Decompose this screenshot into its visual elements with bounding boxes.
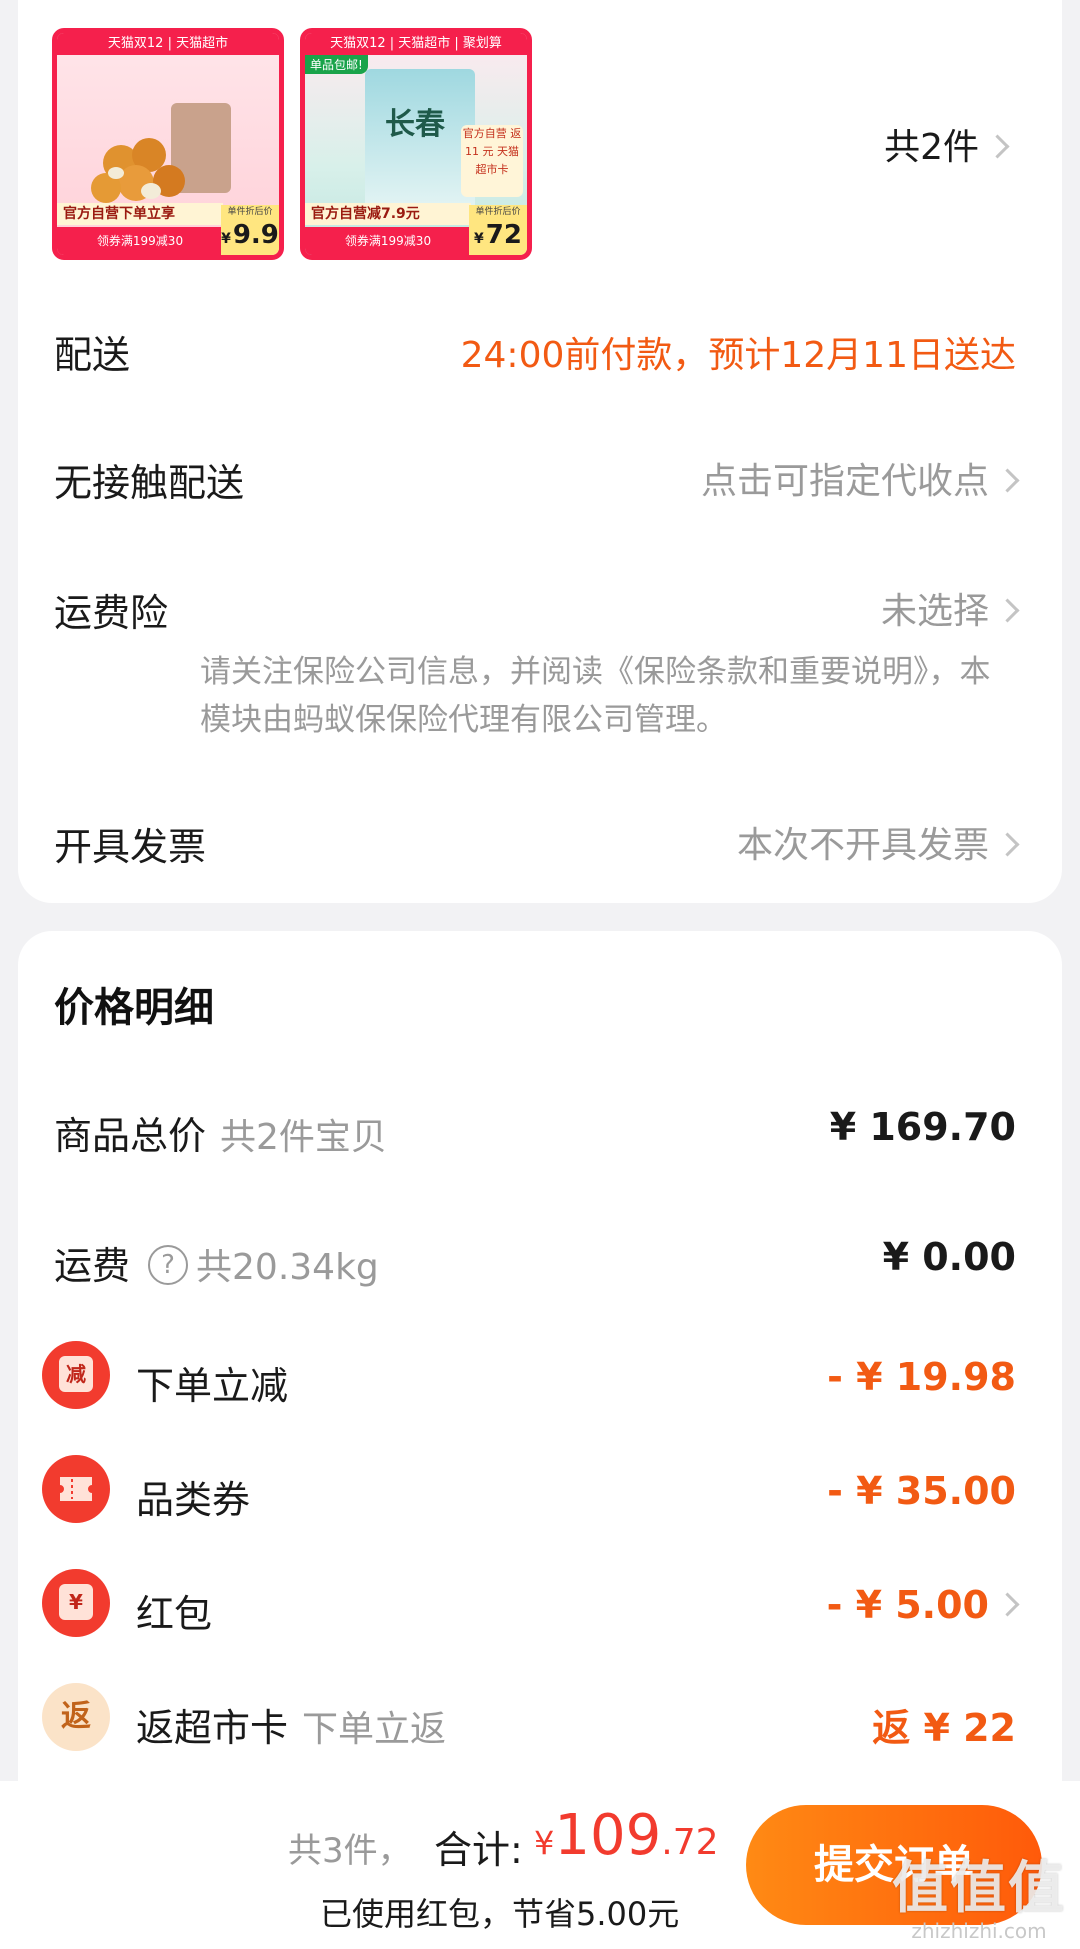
chevron-right-icon [995,1592,1020,1617]
category-coupon-label: 品类券 [136,1478,251,1522]
product-thumbnail[interactable]: 天猫双12 | 天猫超市 | 聚划算 单品包邮! 长春 官方自营 返 11 元 … [300,28,532,260]
order-info-card: 天猫双12 | 天猫超市 官方自营下单立享 领券满199减30 单件折后价 ¥9… [18,0,1062,903]
package-text: 长春 [385,107,445,142]
side-promo: 官方自营 返 11 元 天猫超市卡 [461,125,523,197]
cashback-icon: 返 [42,1683,110,1751]
freight-amount: ¥ 0.00 [882,1235,1016,1279]
insurance-option[interactable]: 未选择 [880,582,1020,634]
product-count: 共2件 [884,127,979,168]
product-count-link[interactable]: 共2件 [884,118,1010,170]
red-packet-icon: ¥ [42,1569,110,1637]
red-packet-option[interactable]: - ¥ 5.00 [826,1583,1020,1627]
subtotal-amount: ¥ 169.70 [829,1105,1016,1149]
freight-weight: 共20.34kg [196,1247,379,1288]
product-price-box: 单件折后价 ¥9.9 [221,205,279,255]
red-packet-label: 红包 [136,1592,213,1636]
contactless-label: 无接触配送 [54,461,245,505]
contactless-option[interactable]: 点击可指定代收点 [700,452,1020,504]
order-discount-amount: - ¥ 19.98 [827,1355,1016,1399]
checkout-bar: 共3件， 合计: ¥109.72 已使用红包，节省5.00元 提交订单 值值值 … [0,1781,1080,1949]
total-label: 合计: [434,1828,523,1872]
rice-package-image: 长春 [365,69,475,219]
delivery-label: 配送 [54,333,131,377]
subtotal-count: 共2件宝贝 [220,1117,387,1158]
chevron-right-icon [985,133,1010,159]
invoice-option[interactable]: 本次不开具发票 [736,816,1020,868]
product-price: ¥9.9 [221,220,279,250]
invoice-label: 开具发票 [54,825,207,869]
chevron-right-icon [995,467,1020,493]
total-count: 共3件， [288,1831,412,1871]
discount-icon: 减 [42,1341,110,1409]
watermark: 值值值 zhizhizhi.com [892,1856,1066,1944]
snack-image [91,103,231,203]
help-icon[interactable]: ? [148,1244,189,1285]
order-discount-label: 下单立减 [136,1364,289,1408]
invoice-value: 本次不开具发票 [736,825,989,866]
contactless-value: 点击可指定代收点 [700,461,989,502]
section-title: 价格明细 [54,985,214,1031]
price-label: 单件折后价 [475,207,521,217]
price-label: 单件折后价 [227,207,273,217]
product-price: ¥72 [474,220,522,250]
product-thumbnail[interactable]: 天猫双12 | 天猫超市 官方自营下单立享 领券满199减30 单件折后价 ¥9… [52,28,284,260]
ticket-icon [60,1477,92,1501]
free-shipping-tag: 单品包邮! [305,55,368,74]
savings-text: 已使用红包，节省5.00元 [320,1895,680,1933]
product-promo: 官方自营下单立享 [57,203,223,225]
product-banner: 天猫双12 | 天猫超市 | 聚划算 [305,33,527,55]
chevron-right-icon [995,831,1020,857]
product-coupon: 领券满199减30 [305,227,471,255]
freight-label: 运费? 共20.34kg [54,1244,379,1288]
red-packet-amount: - ¥ 5.00 [826,1583,989,1627]
chevron-right-icon [995,597,1020,623]
coupon-icon [42,1455,110,1523]
price-detail-card: 价格明细 商品总价 共2件宝贝 ¥ 169.70 运费? 共20.34kg ¥ 0.… [18,931,1062,1781]
subtotal-label: 商品总价 共2件宝贝 [54,1114,387,1158]
delivery-value: 24:00前付款，预计12月11日送达 [460,335,1016,376]
cashback-label: 返超市卡 下单立返 [136,1706,447,1750]
product-coupon: 领券满199减30 [57,227,223,255]
cashback-amount: 返 ¥ 22 [872,1706,1016,1750]
total-price: ¥109.72 [534,1803,719,1868]
product-promo: 官方自营减7.9元 [305,203,471,225]
cashback-sub: 下单立返 [302,1709,447,1750]
product-price-box: 单件折后价 ¥72 [469,205,527,255]
insurance-label: 运费险 [54,591,169,635]
product-banner: 天猫双12 | 天猫超市 [57,33,279,55]
insurance-value: 未选择 [880,591,989,632]
insurance-note: 请关注保险公司信息，并阅读《保险条款和重要说明》，本模块由蚂蚁保保险代理有限公司… [200,654,991,738]
category-coupon-amount: - ¥ 35.00 [827,1469,1016,1513]
